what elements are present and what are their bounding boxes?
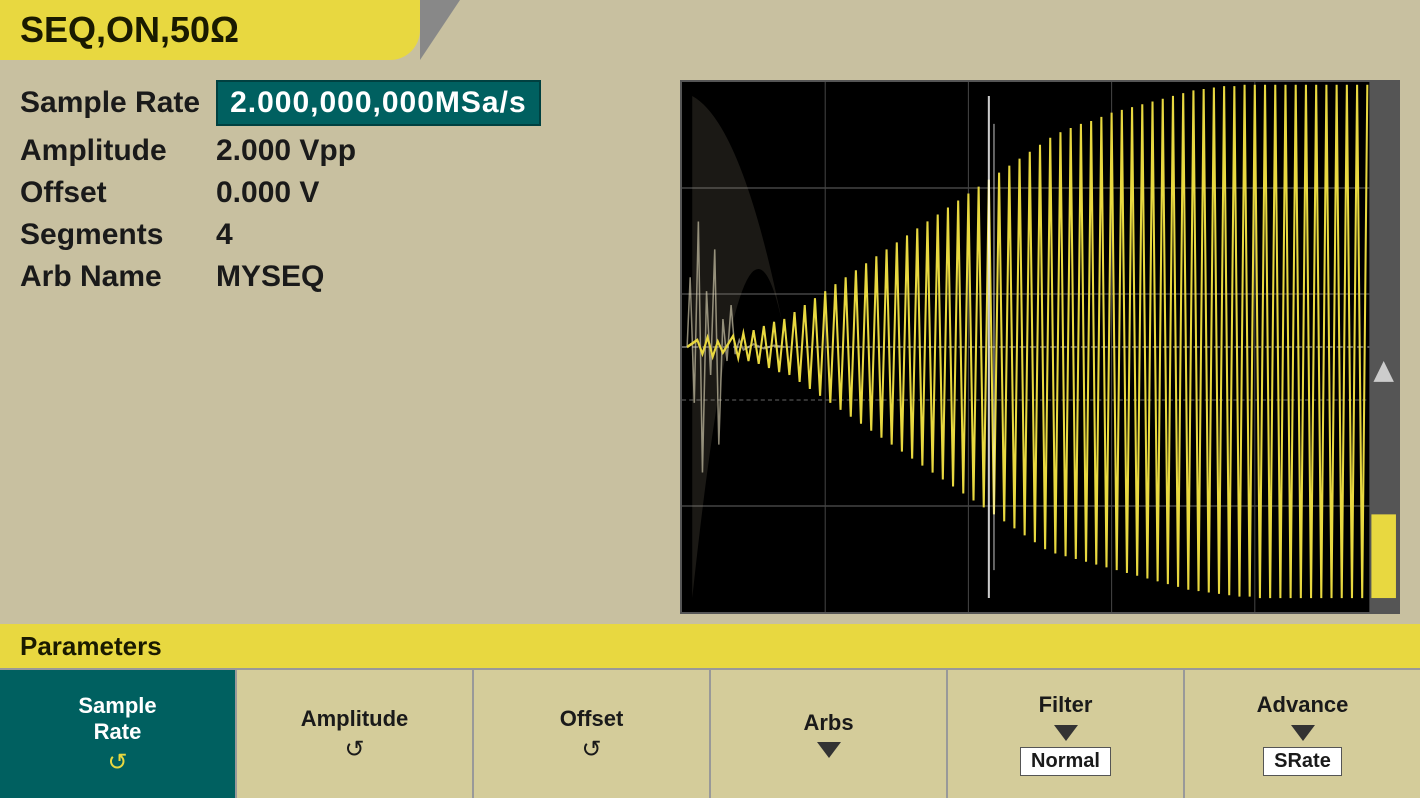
sample-rate-button-label: SampleRate (78, 693, 156, 746)
waveform-panel (680, 80, 1400, 614)
offset-row: Offset 0.000 V (20, 176, 660, 210)
offset-label: Offset (20, 176, 200, 210)
amplitude-value: 2.000 Vpp (216, 134, 356, 168)
sample-rate-row: Sample Rate 2.000,000,000MSa/s (20, 80, 660, 126)
advance-button-label: Advance (1257, 692, 1349, 718)
advance-button-sub: SRate (1263, 747, 1342, 776)
arbs-arrow-down-icon (817, 742, 841, 758)
header-title: SEQ,ON,50Ω (20, 9, 239, 51)
amplitude-row: Amplitude 2.000 Vpp (20, 134, 660, 168)
offset-button[interactable]: Offset ↺ (474, 670, 711, 798)
segments-value: 4 (216, 218, 233, 252)
advance-arrow-down-icon (1291, 725, 1315, 741)
button-bar: SampleRate ↺ Amplitude ↺ Offset ↺ Arbs F… (0, 668, 1420, 798)
arbs-button-label: Arbs (803, 710, 853, 736)
amplitude-button[interactable]: Amplitude ↺ (237, 670, 474, 798)
arb-name-row: Arb Name MYSEQ (20, 260, 660, 294)
offset-value: 0.000 V (216, 176, 319, 210)
arb-name-label: Arb Name (20, 260, 200, 294)
refresh-icon-1: ↺ (107, 751, 127, 775)
parameters-label: Parameters (20, 631, 162, 662)
amplitude-button-label: Amplitude (301, 706, 409, 732)
offset-button-label: Offset (560, 706, 624, 732)
segments-row: Segments 4 (20, 218, 660, 252)
waveform-svg (682, 82, 1398, 612)
refresh-icon-2: ↺ (344, 738, 364, 762)
sample-rate-label: Sample Rate (20, 86, 200, 120)
arb-name-value: MYSEQ (216, 260, 324, 294)
sample-rate-value[interactable]: 2.000,000,000MSa/s (216, 80, 541, 126)
sample-rate-button[interactable]: SampleRate ↺ (0, 670, 237, 798)
filter-button[interactable]: Filter Normal (948, 670, 1185, 798)
filter-arrow-down-icon (1054, 725, 1078, 741)
segments-label: Segments (20, 218, 200, 252)
refresh-icon-3: ↺ (581, 738, 601, 762)
filter-button-sub: Normal (1020, 747, 1111, 776)
main-content: Sample Rate 2.000,000,000MSa/s Amplitude… (0, 60, 1420, 624)
arbs-button[interactable]: Arbs (711, 670, 948, 798)
parameters-bar: Parameters (0, 624, 1420, 668)
advance-button[interactable]: Advance SRate (1185, 670, 1420, 798)
filter-button-label: Filter (1039, 692, 1093, 718)
screen: SEQ,ON,50Ω Sample Rate 2.000,000,000MSa/… (0, 0, 1420, 798)
info-panel: Sample Rate 2.000,000,000MSa/s Amplitude… (20, 80, 660, 614)
amplitude-label: Amplitude (20, 134, 200, 168)
header-tab: SEQ,ON,50Ω (0, 0, 420, 60)
